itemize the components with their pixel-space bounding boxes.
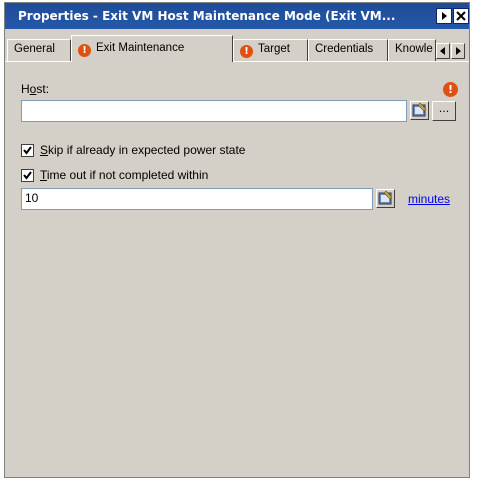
arrow-left-icon — [440, 47, 445, 55]
variable-picker-icon — [412, 102, 427, 117]
checkmark-icon — [23, 171, 32, 180]
tab-exit-maintenance[interactable]: ! Exit Maintenance — [71, 35, 233, 62]
skip-label-rest: kip if already in expected power state — [48, 143, 246, 157]
skip-checkbox[interactable] — [21, 144, 34, 157]
timeout-label: Time out if not completed within — [40, 168, 208, 182]
tab-general[interactable]: General — [7, 39, 71, 61]
host-label: Host: — [21, 82, 49, 96]
close-icon — [456, 11, 466, 21]
tab-general-label: General — [14, 43, 55, 55]
arrow-right-icon — [456, 47, 461, 55]
checkmark-icon — [23, 146, 32, 155]
timeout-variable-picker-button[interactable] — [376, 189, 395, 208]
tab-strip: General ! Exit Maintenance ! Target Creden… — [5, 29, 469, 65]
warning-icon: ! — [78, 44, 91, 57]
variable-picker-icon — [378, 190, 393, 205]
minutes-link[interactable]: minutes — [408, 192, 450, 206]
browse-button[interactable]: ... — [432, 101, 456, 121]
tab-scroll-right-button[interactable] — [451, 43, 465, 59]
warning-icon: ! — [240, 45, 253, 58]
host-warning-icon: ! — [443, 82, 458, 97]
timeout-label-rest: ime out if not completed within — [46, 168, 209, 182]
host-label-prefix: H — [21, 82, 30, 96]
dropdown-button[interactable] — [436, 8, 452, 24]
tab-knowledge[interactable]: Knowle — [388, 39, 436, 61]
close-button[interactable] — [453, 8, 469, 24]
tab-target[interactable]: ! Target — [233, 39, 308, 61]
variable-picker-button[interactable] — [410, 101, 429, 120]
skip-label-accesskey: S — [40, 143, 49, 157]
host-label-suffix: st: — [36, 82, 50, 96]
host-input[interactable] — [21, 100, 407, 122]
timeout-label-accesskey: T — [40, 168, 47, 182]
triangle-right-icon — [442, 12, 447, 20]
tab-credentials-label: Credentials — [315, 43, 374, 55]
timeout-checkbox[interactable] — [21, 169, 34, 182]
title-bar[interactable]: Properties - Exit VM Host Maintenance Mo… — [5, 3, 469, 29]
tab-credentials[interactable]: Credentials — [308, 39, 388, 61]
tab-exit-maintenance-label: Exit Maintenance — [96, 42, 185, 54]
timeout-input[interactable]: 10 — [21, 188, 373, 210]
properties-window: Properties - Exit VM Host Maintenance Mo… — [4, 2, 470, 478]
window-title: Properties - Exit VM Host Maintenance Mo… — [18, 9, 396, 23]
exit-maintenance-panel: Host: ! ... Skip if already in expected … — [5, 61, 469, 477]
tab-scroll-left-button[interactable] — [436, 43, 450, 59]
skip-label: Skip if already in expected power state — [40, 143, 245, 157]
tab-knowledge-label: Knowle — [395, 43, 433, 55]
tab-target-label: Target — [258, 43, 290, 55]
